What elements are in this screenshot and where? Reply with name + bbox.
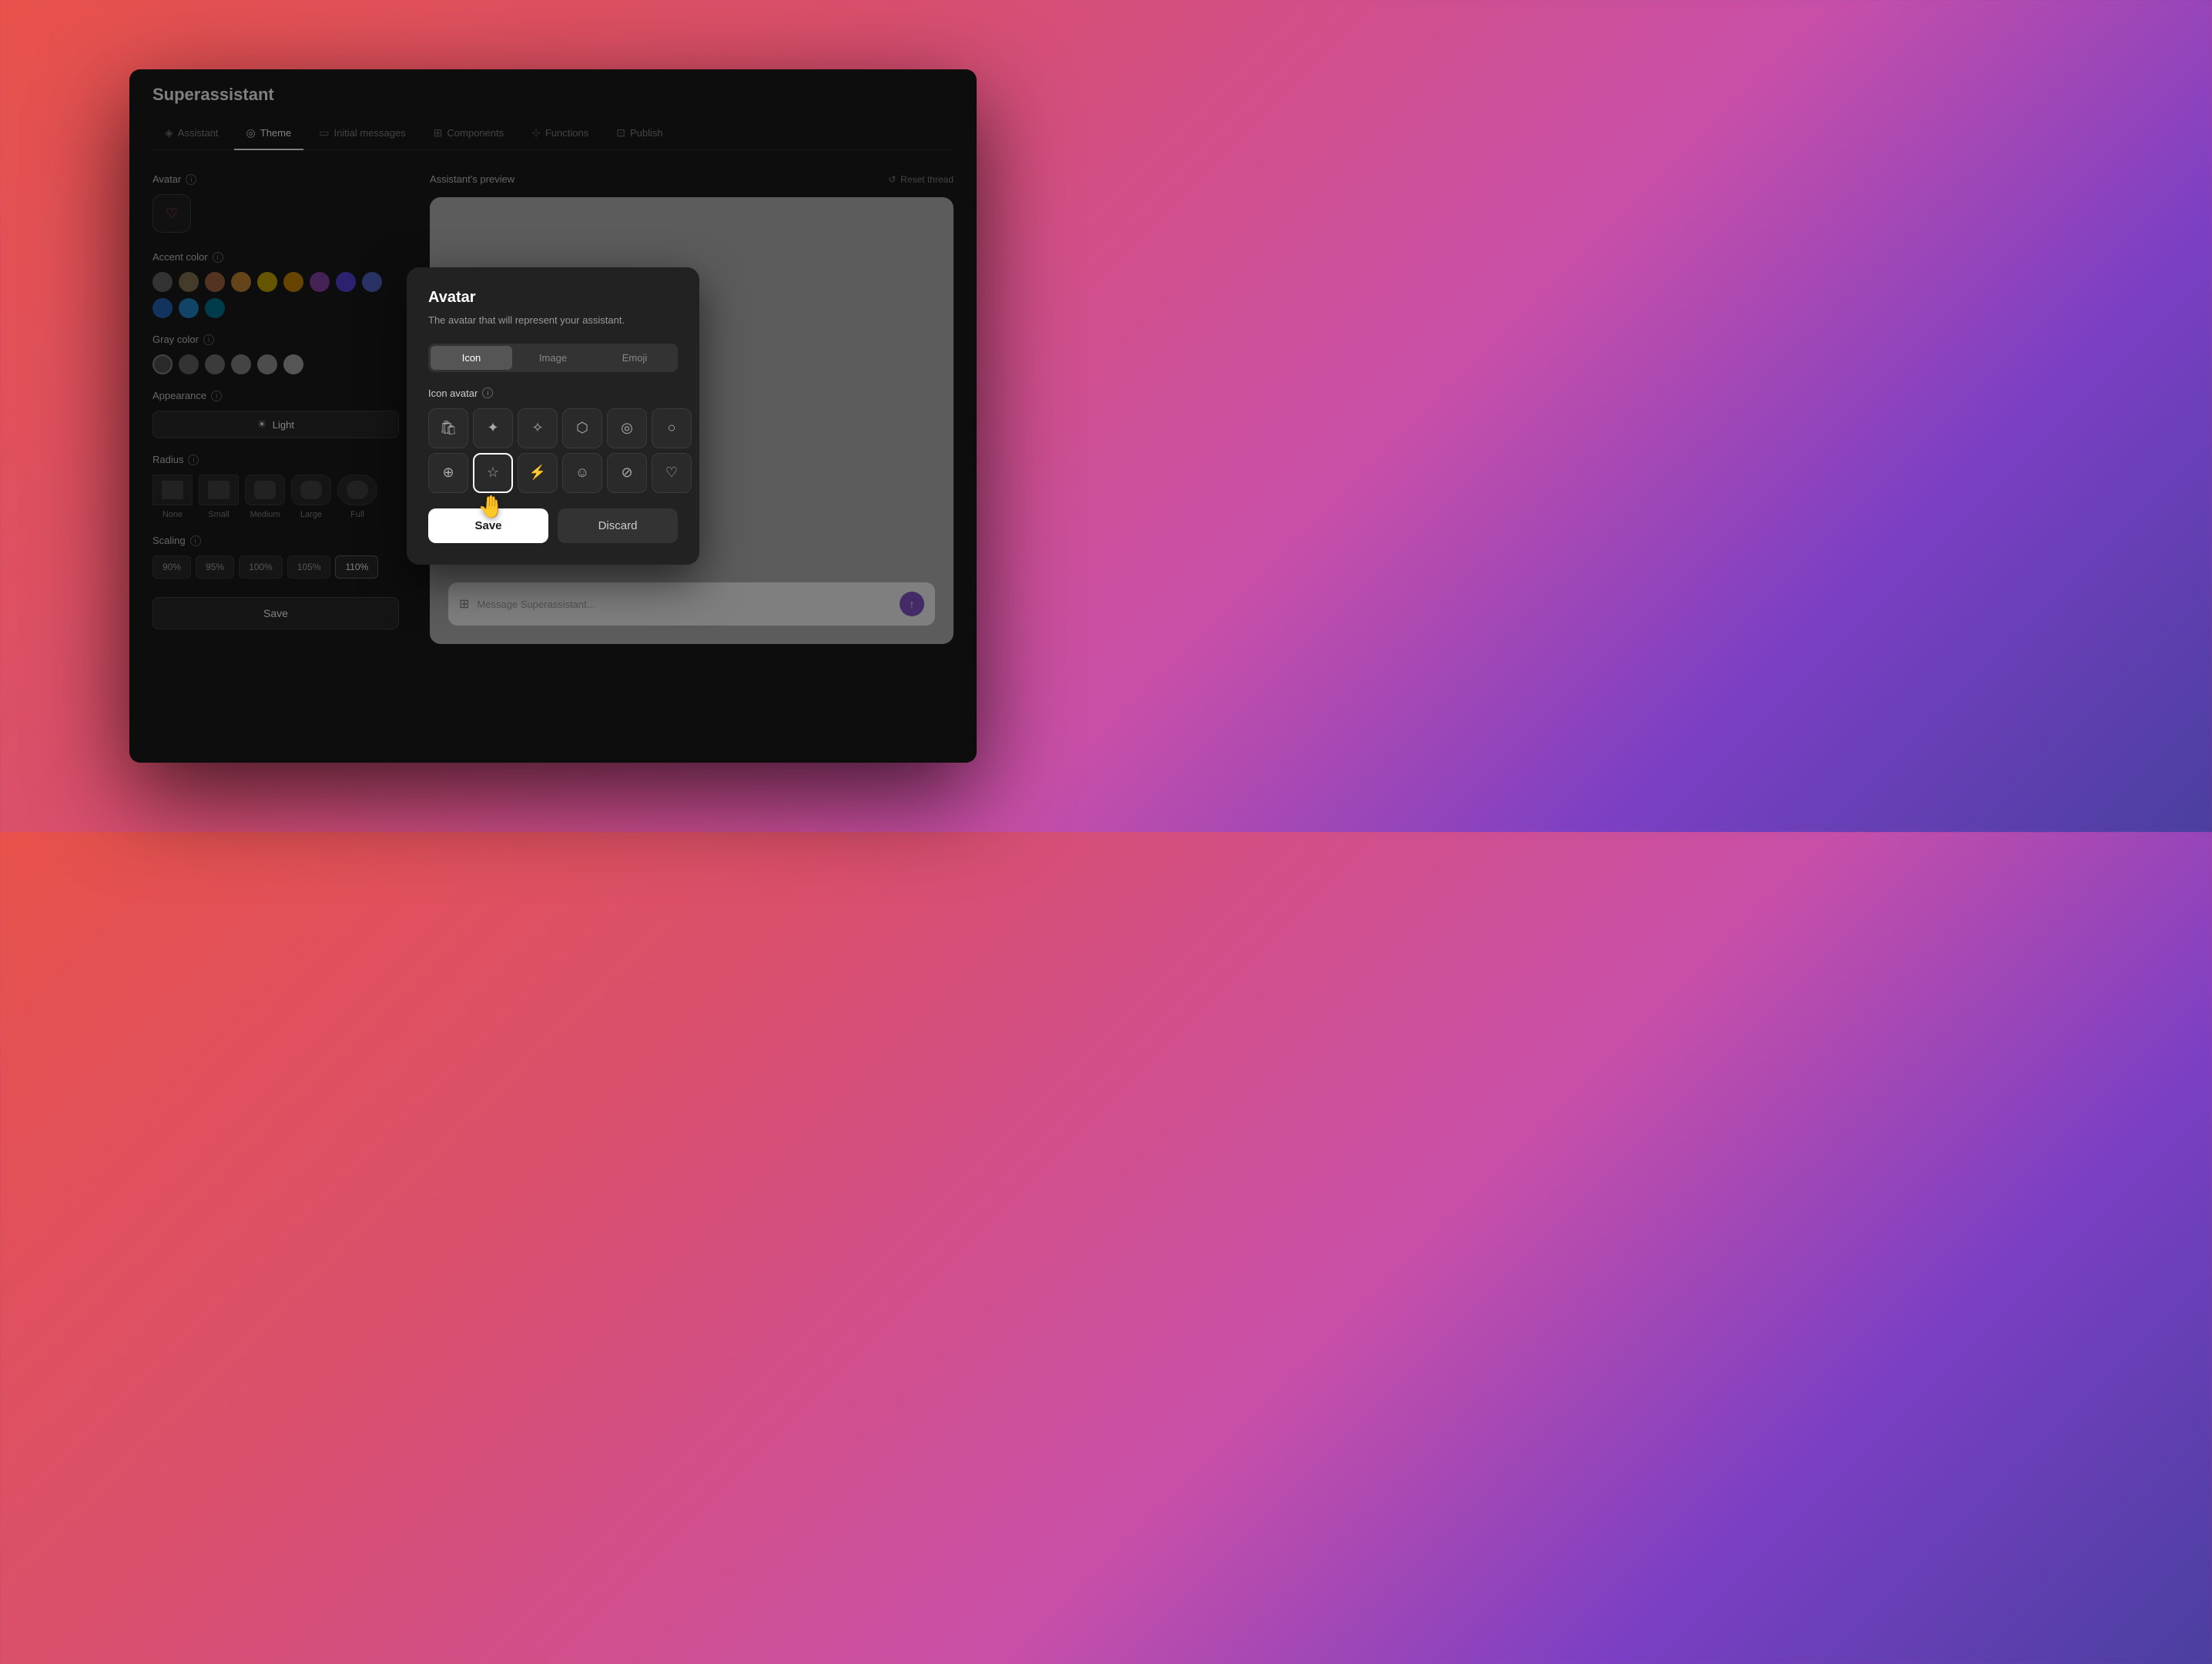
modal-tab-emoji[interactable]: Emoji — [594, 346, 675, 370]
target-icon-cell[interactable]: ◎ — [607, 408, 647, 448]
avatar-modal: Avatar The avatar that will represent yo… — [407, 267, 699, 565]
star-icon-cell[interactable]: ☆ 🤚 — [473, 453, 513, 493]
icon-avatar-info: i — [482, 387, 493, 398]
modal-title: Avatar — [428, 289, 678, 307]
magic-icon-cell[interactable]: ✦ — [473, 408, 513, 448]
circle-icon-cell[interactable]: ○ — [652, 408, 692, 448]
cube-icon-cell[interactable]: ⬡ — [562, 408, 602, 448]
modal-actions: Save Discard — [428, 508, 678, 543]
modal-save-button[interactable]: Save — [428, 508, 548, 543]
icon-avatar-label: Icon avatar i — [428, 387, 678, 399]
bolt-icon-cell[interactable]: ⚡ — [518, 453, 558, 493]
wand-icon-cell[interactable]: ✧ — [518, 408, 558, 448]
modal-subtitle: The avatar that will represent your assi… — [428, 313, 678, 328]
modal-tabs: Icon Image Emoji — [428, 344, 678, 372]
smile-icon-cell[interactable]: ☺ — [562, 453, 602, 493]
modal-tab-image[interactable]: Image — [512, 346, 594, 370]
person-icon-cell[interactable]: ⊘ — [607, 453, 647, 493]
globe-icon-cell[interactable]: ⊕ — [428, 453, 468, 493]
modal-tab-icon[interactable]: Icon — [431, 346, 512, 370]
heart-icon-cell[interactable]: ♡ — [652, 453, 692, 493]
modal-discard-button[interactable]: Discard — [558, 508, 678, 543]
modal-overlay: Avatar The avatar that will represent yo… — [129, 69, 977, 763]
app-window: Superassistant ◈ Assistant ◎ Theme ▭ Ini… — [129, 69, 977, 763]
icon-grid: 🛍 ✦ ✧ ⬡ ◎ ○ ⊕ ☆ 🤚 ⚡ ☺ ⊘ ♡ — [428, 408, 678, 493]
bag-icon-cell[interactable]: 🛍 — [428, 408, 468, 448]
